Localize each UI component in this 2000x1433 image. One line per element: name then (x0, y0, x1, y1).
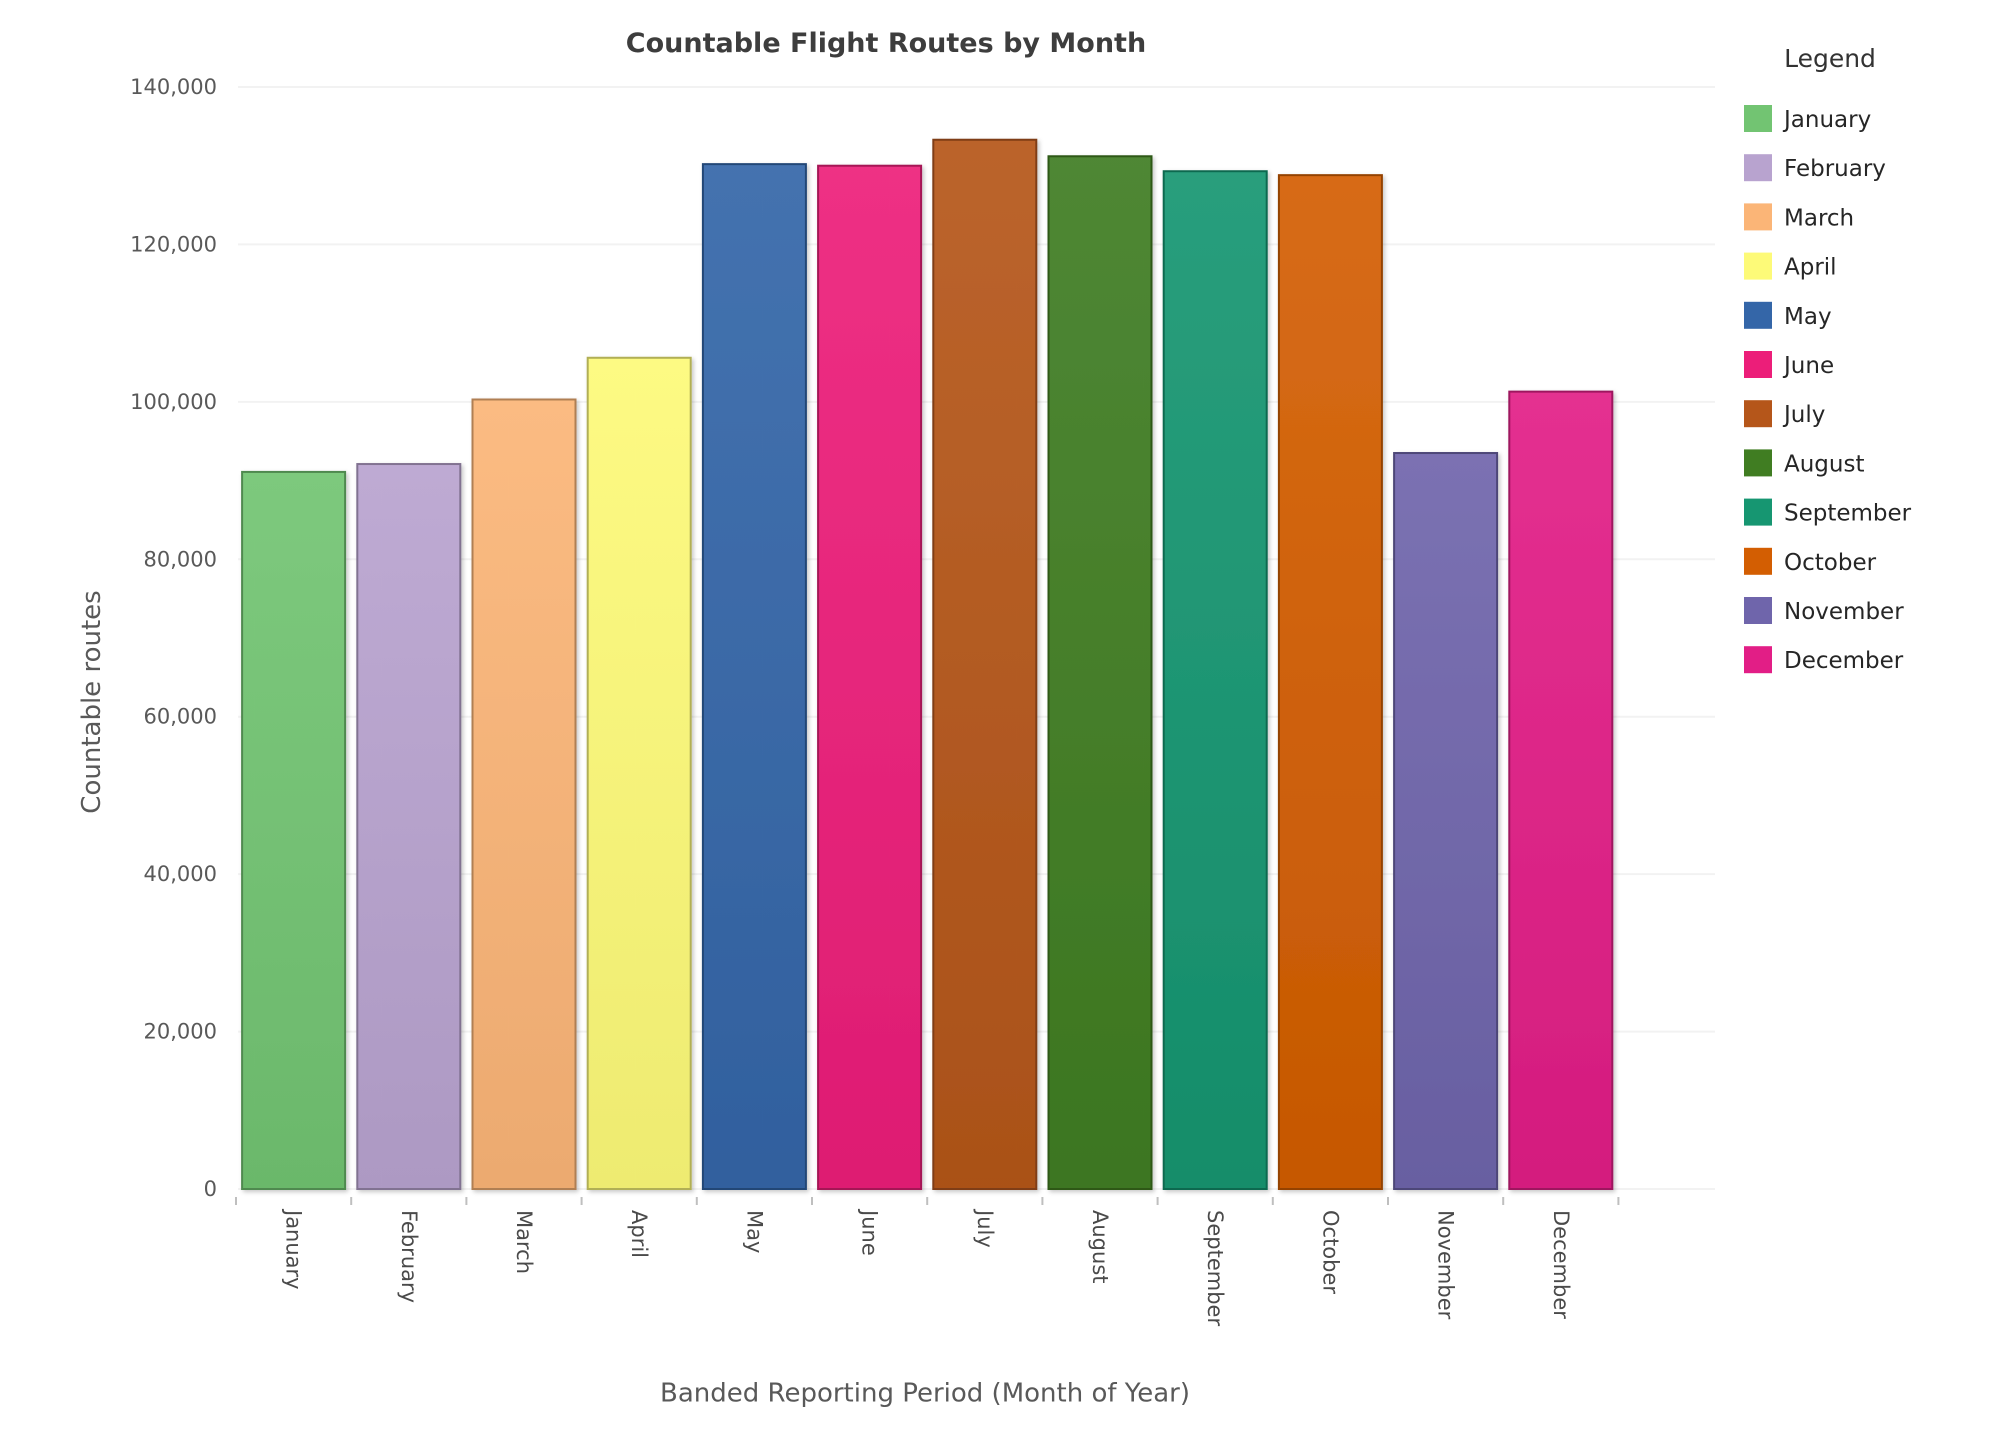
legend-swatch (1744, 498, 1772, 526)
bar-september[interactable] (1162, 170, 1268, 1190)
bar-january[interactable] (241, 470, 347, 1191)
legend: Legend January February March April May June J… (1744, 44, 1912, 674)
bar-chart: Countable Flight Routes by Month 0 20,000… (77, 28, 1912, 1409)
legend-item-april[interactable]: April (1744, 252, 1837, 281)
legend-item-december[interactable]: December (1744, 646, 1904, 674)
legend-label: August (1784, 451, 1865, 477)
legend-item-february[interactable]: February (1744, 154, 1886, 182)
legend-swatch (1744, 252, 1772, 280)
bar-march[interactable] (471, 398, 577, 1190)
bar-june[interactable] (817, 164, 923, 1190)
y-tick-label: 80,000 (144, 547, 217, 571)
bar-october[interactable] (1277, 174, 1383, 1191)
y-tick-label: 40,000 (144, 862, 217, 886)
x-tick-label: December (1549, 1210, 1573, 1319)
bar-april[interactable] (586, 356, 692, 1190)
legend-title: Legend (1784, 44, 1876, 73)
y-axis: 0 20,000 40,000 60,000 80,000 100,000 120,000 1… (130, 75, 217, 1201)
bar-may[interactable] (701, 163, 807, 1190)
legend-item-august[interactable]: August (1744, 449, 1865, 477)
x-axis: January February March April May June July Augu… (235, 1197, 1620, 1326)
y-tick-label: 60,000 (144, 705, 217, 729)
y-tick-label: 20,000 (144, 1020, 217, 1044)
legend-item-november[interactable]: November (1744, 597, 1904, 625)
legend-label: March (1784, 205, 1854, 231)
y-tick-label: 0 (204, 1177, 217, 1201)
x-tick-label: September (1203, 1210, 1227, 1326)
legend-swatch (1744, 351, 1772, 378)
bar-february[interactable] (356, 463, 462, 1190)
x-tick-label: July (973, 1208, 997, 1248)
y-tick-label: 120,000 (130, 232, 217, 256)
x-tick-label: November (1434, 1210, 1458, 1320)
legend-label: May (1784, 304, 1832, 330)
legend-item-may[interactable]: May (1744, 301, 1832, 330)
x-tick-label: February (397, 1210, 421, 1303)
legend-label: July (1782, 402, 1825, 428)
legend-item-march[interactable]: March (1744, 203, 1854, 231)
x-axis-title: Banded Reporting Period (Month of Year) (660, 1379, 1190, 1409)
chart-title: Countable Flight Routes by Month (626, 28, 1146, 59)
y-tick-label: 100,000 (130, 390, 217, 414)
legend-label: November (1784, 599, 1904, 625)
bar-november[interactable] (1393, 452, 1499, 1190)
legend-label: February (1784, 156, 1886, 182)
legend-swatch (1744, 449, 1772, 477)
legend-swatch (1744, 400, 1772, 428)
y-axis-title: Countable routes (77, 590, 107, 813)
legend-label: June (1782, 353, 1834, 379)
x-tick-label: August (1088, 1210, 1112, 1284)
legend-label: September (1784, 501, 1912, 527)
legend-item-september[interactable]: September (1744, 498, 1912, 527)
legend-swatch (1744, 203, 1772, 231)
legend-item-july[interactable]: July (1744, 400, 1825, 428)
bar-december[interactable] (1508, 390, 1614, 1191)
x-tick-label: May (742, 1210, 766, 1253)
y-tick-label: 140,000 (130, 75, 217, 99)
x-tick-label: October (1318, 1210, 1342, 1294)
legend-label: October (1784, 550, 1877, 576)
legend-swatch (1744, 105, 1772, 132)
legend-swatch (1744, 154, 1772, 182)
legend-swatch (1744, 597, 1772, 624)
bar-august[interactable] (1047, 155, 1153, 1191)
legend-swatch (1744, 646, 1772, 674)
legend-label: December (1784, 648, 1904, 674)
legend-label: April (1784, 255, 1837, 281)
x-tick-label: April (627, 1210, 651, 1258)
legend-label: January (1782, 107, 1871, 133)
x-tick-label: March (512, 1210, 536, 1274)
legend-swatch (1744, 547, 1772, 575)
x-tick-label: January (282, 1208, 306, 1290)
legend-item-january[interactable]: January (1744, 105, 1871, 133)
bar-july[interactable] (932, 138, 1038, 1191)
legend-item-october[interactable]: October (1744, 547, 1877, 576)
legend-swatch (1744, 301, 1772, 329)
legend-item-june[interactable]: June (1744, 351, 1834, 379)
x-tick-label: June (858, 1208, 882, 1256)
